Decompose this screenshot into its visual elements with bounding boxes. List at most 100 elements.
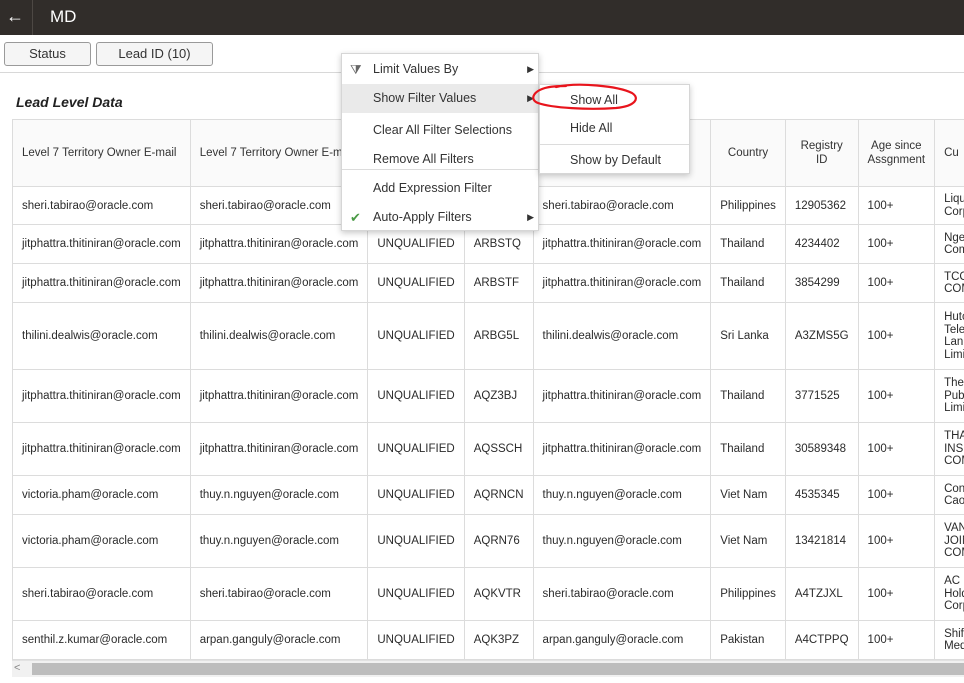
- column-header[interactable]: Age since Assgnment: [857, 119, 936, 187]
- column-header[interactable]: Registry ID: [784, 119, 859, 187]
- table-cell: ARBSTF: [463, 263, 534, 303]
- menu-item-label: Add Expression Filter: [373, 181, 492, 195]
- cell-line: Corp: [944, 205, 964, 218]
- table-cell: sheri.tabirao@oracle.com: [532, 186, 712, 225]
- table-cell: 100+: [857, 475, 936, 515]
- menu-item-limit-values-by[interactable]: ⧩ Limit Values By ▶: [342, 55, 538, 84]
- table-cell: UNQUALIFIED: [367, 369, 465, 423]
- table-cell: UNQUALIFIED: [367, 302, 465, 370]
- table-cell: HutcTelecLankLimit: [934, 302, 964, 370]
- table-cell: jitphattra.thitiniran@oracle.com: [189, 369, 369, 423]
- status-filter-button[interactable]: Status: [4, 42, 91, 66]
- table-cell: thuy.n.nguyen@oracle.com: [532, 514, 712, 568]
- horizontal-scrollbar[interactable]: <: [12, 660, 964, 677]
- table-cell: 100+: [857, 263, 936, 303]
- table-cell: jitphattra.thitiniran@oracle.com: [189, 263, 369, 303]
- table-cell: UNQUALIFIED: [367, 422, 465, 476]
- scroll-left-icon[interactable]: <: [14, 662, 20, 674]
- scrollbar-thumb[interactable]: [32, 663, 964, 675]
- table-cell: jitphattra.thitiniran@oracle.com: [12, 369, 191, 423]
- menu-item-remove-all-filters[interactable]: Remove All Filters: [342, 145, 538, 174]
- table-row[interactable]: senthil.z.kumar@oracle.com arpan.ganguly@…: [12, 620, 964, 660]
- table-row[interactable]: jitphattra.thitiniran@oracle.com jitphatt…: [12, 422, 964, 476]
- table-cell: jitphattra.thitiniran@oracle.com: [532, 422, 712, 476]
- cell-line: VAN: [944, 522, 964, 535]
- table-cell: CongCao S: [934, 475, 964, 515]
- table-cell: AQRNCN: [463, 475, 534, 515]
- table-cell: thilini.dealwis@oracle.com: [12, 302, 191, 370]
- cell-line: Comp: [944, 244, 964, 256]
- table-row[interactable]: sheri.tabirao@oracle.com sheri.tabirao@or…: [12, 567, 964, 621]
- table-cell: A4TZJXL: [784, 567, 859, 621]
- table-cell: Thailand: [710, 263, 786, 303]
- cell-line: Holdi: [944, 587, 964, 600]
- table-cell: 100+: [857, 186, 936, 225]
- table-cell: sheri.tabirao@oracle.com: [189, 567, 369, 621]
- table-row[interactable]: victoria.pham@oracle.com thuy.n.nguyen@or…: [12, 514, 964, 568]
- table-cell: 30589348: [784, 422, 859, 476]
- submenu-item-show-all[interactable]: Show All: [540, 86, 689, 114]
- table-cell: jitphattra.thitiniran@oracle.com: [12, 422, 191, 476]
- table-cell: 13421814: [784, 514, 859, 568]
- cell-line: Cao S: [944, 495, 964, 507]
- table-cell: UNQUALIFIED: [367, 620, 465, 660]
- table-cell: 100+: [857, 620, 936, 660]
- table-cell: 12905362: [784, 186, 859, 225]
- cell-line: Lank: [944, 336, 964, 348]
- table-cell: jitphattra.thitiniran@oracle.com: [12, 224, 191, 264]
- cell-line: Liqui: [944, 193, 964, 205]
- back-arrow-icon[interactable]: ←: [0, 0, 30, 35]
- table-cell: UNQUALIFIED: [367, 475, 465, 515]
- table-row[interactable]: victoria.pham@oracle.com thuy.n.nguyen@or…: [12, 475, 964, 515]
- table-cell: AQZ3BJ: [463, 369, 534, 423]
- table-cell: 100+: [857, 302, 936, 370]
- filter-icon: ⧩: [350, 62, 362, 77]
- submenu-item-hide-all[interactable]: Hide All: [540, 114, 689, 142]
- table-cell: Philippines: [710, 567, 786, 621]
- table-cell: thilini.dealwis@oracle.com: [189, 302, 369, 370]
- table-cell: AQKVTR: [463, 567, 534, 621]
- column-header[interactable]: Cu: [934, 119, 964, 187]
- table-cell: 4535345: [784, 475, 859, 515]
- table-cell: ShifaMedi: [934, 620, 964, 660]
- table-cell: VANJOINCOM: [934, 514, 964, 568]
- cell-line: Medi: [944, 640, 964, 652]
- menu-item-label: Show Filter Values: [373, 91, 477, 105]
- cell-line: Limit: [944, 348, 964, 361]
- table-cell: Thailand: [710, 369, 786, 423]
- table-row[interactable]: thilini.dealwis@oracle.com thilini.dealwi…: [12, 302, 964, 370]
- lead-id-filter-button[interactable]: Lead ID (10): [96, 42, 213, 66]
- menu-item-show-filter-values[interactable]: Show Filter Values ▶: [342, 84, 538, 113]
- table-cell: senthil.z.kumar@oracle.com: [12, 620, 191, 660]
- table-row[interactable]: jitphattra.thitiniran@oracle.com jitphatt…: [12, 263, 964, 303]
- cell-line: INSU: [944, 442, 964, 455]
- table-cell: AQSSCH: [463, 422, 534, 476]
- menu-item-label: Clear All Filter Selections: [373, 123, 512, 137]
- table-cell: thuy.n.nguyen@oracle.com: [532, 475, 712, 515]
- menu-item-auto-apply-filters[interactable]: ✔ Auto-Apply Filters ▶: [342, 203, 538, 232]
- table-row[interactable]: jitphattra.thitiniran@oracle.com jitphatt…: [12, 369, 964, 423]
- column-header[interactable]: Level 7 Territory Owner E-mail: [12, 119, 191, 187]
- table-cell: Sri Lanka: [710, 302, 786, 370]
- cell-line: THAI: [944, 430, 964, 443]
- table-cell: 4234402: [784, 224, 859, 264]
- menu-item-add-expression-filter[interactable]: Add Expression Filter: [342, 174, 538, 203]
- table-cell: jitphattra.thitiniran@oracle.com: [532, 224, 712, 264]
- table-cell: Thailand: [710, 224, 786, 264]
- cell-line: Nger: [944, 231, 964, 244]
- table-cell: thuy.n.nguyen@oracle.com: [189, 514, 369, 568]
- table-cell: sheri.tabirao@oracle.com: [532, 567, 712, 621]
- table-cell: UNQUALIFIED: [367, 514, 465, 568]
- table-cell: A3ZMS5G: [784, 302, 859, 370]
- submenu-item-show-by-default[interactable]: Show by Default: [540, 146, 689, 174]
- table-cell: ARBG5L: [463, 302, 534, 370]
- cell-line: COM: [944, 547, 964, 560]
- table-cell: AQK3PZ: [463, 620, 534, 660]
- column-header[interactable]: Country: [710, 119, 786, 187]
- cell-line: TCC C: [944, 270, 964, 283]
- page-title: MD: [50, 7, 77, 26]
- menu-item-clear-all-filter-selections[interactable]: Clear All Filter Selections: [342, 116, 538, 145]
- table-cell: 3771525: [784, 369, 859, 423]
- table-cell: Philippines: [710, 186, 786, 225]
- table-cell: jitphattra.thitiniran@oracle.com: [532, 369, 712, 423]
